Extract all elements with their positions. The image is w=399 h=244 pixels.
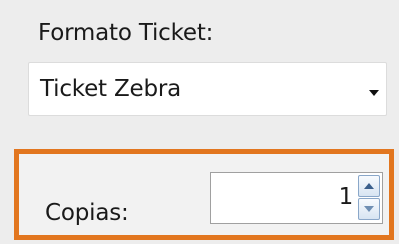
decrement-button[interactable] [358, 198, 380, 220]
ticket-format-select[interactable]: Ticket Zebra [28, 62, 387, 116]
ticket-format-selected-value: Ticket Zebra [40, 76, 182, 102]
copies-label: Copias: [45, 200, 129, 226]
triangle-down-icon [364, 206, 374, 212]
triangle-up-icon [364, 183, 374, 189]
ticket-format-label: Formato Ticket: [38, 20, 214, 46]
copies-highlight-box: Copias: 1 [14, 149, 394, 240]
copies-value[interactable]: 1 [339, 182, 354, 212]
increment-button[interactable] [358, 175, 380, 197]
copies-stepper[interactable]: 1 [210, 172, 383, 224]
chevron-down-icon[interactable] [369, 90, 379, 96]
